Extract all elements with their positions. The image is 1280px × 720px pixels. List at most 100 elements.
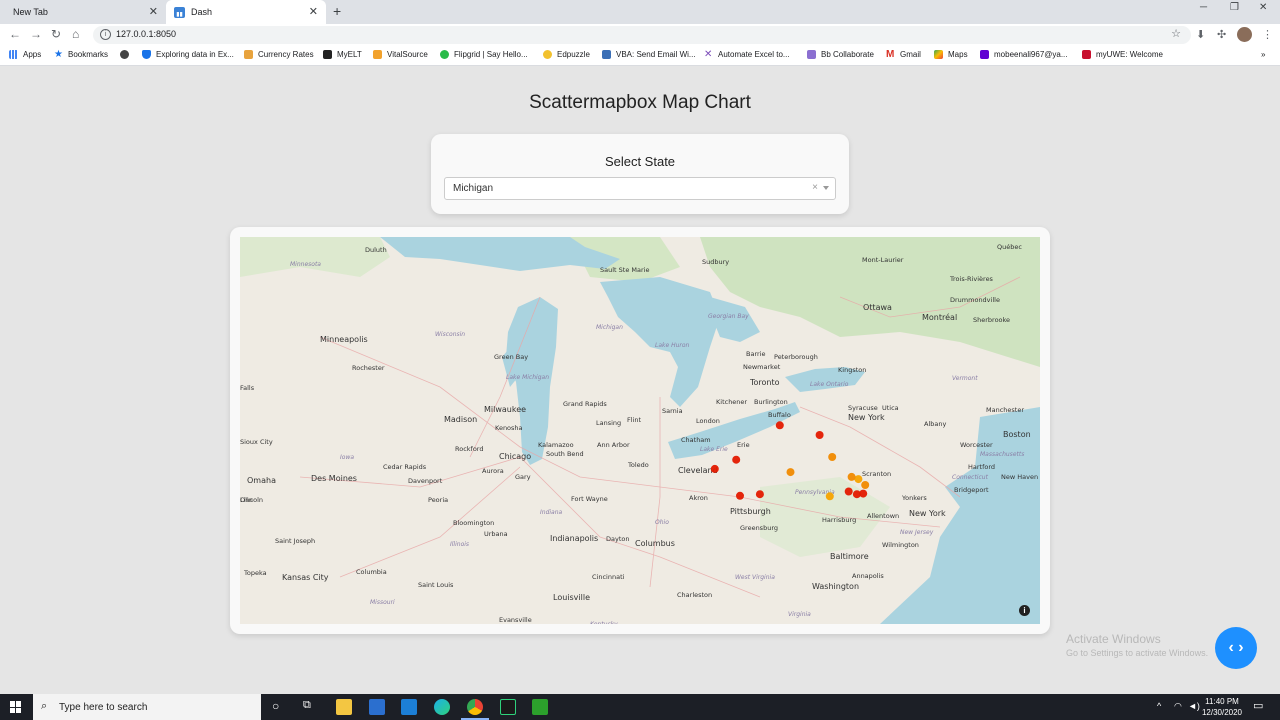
bookmark-bb-collaborate[interactable]: Bb Collaborate — [807, 50, 874, 59]
map-marker[interactable] — [755, 490, 764, 499]
map-label-green-bay: Green Bay — [494, 353, 528, 361]
taskbar-search-placeholder: Type here to search — [59, 702, 148, 713]
close-icon[interactable]: ✕ — [309, 5, 318, 18]
bookmark-apps[interactable]: Apps — [9, 50, 41, 59]
close-icon[interactable]: ✕ — [149, 5, 158, 18]
bookmark-maps[interactable]: Maps — [934, 50, 968, 59]
pycharm-icon[interactable] — [500, 699, 516, 715]
gmail-icon: M — [886, 49, 895, 60]
bookmark-myuwe[interactable]: myUWE: Welcome — [1082, 50, 1163, 59]
map-label-urbana: Urbana — [484, 530, 508, 538]
bookmark-edpuzzle[interactable]: Edpuzzle — [543, 50, 590, 59]
map-marker[interactable] — [847, 472, 856, 481]
close-window-icon[interactable]: ✕ — [1259, 2, 1267, 13]
map-label-new-york: New York — [848, 413, 885, 422]
cortana-icon[interactable]: ○ — [272, 699, 279, 713]
dash-debug-button[interactable]: ‹ › — [1215, 627, 1257, 669]
bookmark-vba-email[interactable]: VBA: Send Email Wi... — [602, 50, 696, 59]
map-label-new-york: New York — [909, 509, 946, 518]
scattermapbox-map[interactable]: Duluth Sault Ste Marie Sudbury Québec Mont-L… — [240, 237, 1040, 624]
more-bookmarks-chevron-icon[interactable]: » — [1261, 50, 1265, 59]
address-bar[interactable]: i 127.0.0.1:8050 ☆ — [93, 26, 1191, 44]
map-label-albany: Albany — [924, 420, 946, 428]
new-tab-plus-icon[interactable]: + — [333, 3, 341, 19]
map-marker[interactable] — [828, 453, 837, 461]
home-icon[interactable]: ⌂ — [72, 27, 79, 41]
restore-icon[interactable]: ❐ — [1230, 2, 1239, 13]
map-canvas[interactable]: Duluth Sault Ste Marie Sudbury Québec Mont-L… — [240, 237, 1040, 624]
tab-new-tab[interactable]: New Tab ✕ — [0, 0, 166, 24]
site-info-icon[interactable]: i — [100, 29, 111, 40]
select-card: Select State Michigan × — [431, 134, 849, 214]
x-logo-icon: ✕ — [704, 49, 713, 60]
map-label-kitchener: Kitchener — [716, 398, 747, 406]
map-label-south-bend: South Bend — [546, 450, 584, 458]
taskbar-clock[interactable]: 11:40 PM 12/30/2020 — [1200, 696, 1244, 718]
forward-arrow-icon[interactable]: → — [30, 27, 42, 41]
bookmark-vitalsource[interactable]: VitalSource — [373, 50, 428, 59]
bookmark-gmail[interactable]: M Gmail — [886, 49, 921, 60]
map-info-icon[interactable]: i — [1019, 605, 1030, 616]
map-label-scranton: Scranton — [862, 470, 891, 478]
notifications-icon[interactable]: ▭ — [1253, 699, 1263, 712]
chrome-icon[interactable] — [467, 699, 483, 715]
bookmark-myelt[interactable]: MyELT — [323, 50, 362, 59]
minimize-icon[interactable]: ─ — [1200, 2, 1207, 13]
map-label-saint-joseph: Saint Joseph — [275, 537, 315, 545]
state-dropdown[interactable]: Michigan × — [444, 177, 836, 200]
edge-icon[interactable] — [434, 699, 450, 715]
camtasia-icon[interactable] — [532, 699, 548, 715]
back-arrow-icon[interactable]: ← — [9, 27, 21, 41]
map-label-kalamazoo: Kalamazoo — [538, 441, 574, 449]
tray-chevron-up-icon[interactable]: ^ — [1157, 701, 1161, 711]
map-marker[interactable] — [775, 421, 784, 430]
map-marker[interactable] — [786, 468, 795, 477]
profile-avatar[interactable] — [1237, 27, 1252, 42]
bookmark-exploring-data[interactable]: Exploring data in Ex... — [142, 50, 234, 59]
map-label-kenosha: Kenosha — [495, 424, 523, 432]
download-icon[interactable]: ⬇ — [1196, 28, 1205, 41]
menu-kebab-icon[interactable]: ⋮ — [1262, 28, 1273, 41]
map-marker[interactable] — [732, 455, 741, 464]
map-label-grand-rapids: Grand Rapids — [563, 400, 607, 408]
url-text[interactable]: 127.0.0.1:8050 — [116, 29, 176, 39]
map-marker[interactable] — [844, 487, 853, 496]
chevron-down-icon[interactable] — [823, 186, 829, 190]
map-marker[interactable] — [825, 492, 834, 501]
task-view-icon[interactable]: ⧉ — [303, 699, 311, 712]
windows-start-icon[interactable] — [10, 701, 22, 713]
bookmark-globe[interactable] — [120, 50, 134, 59]
star-icon: ★ — [54, 49, 63, 60]
map-marker[interactable] — [815, 431, 824, 439]
mail-icon[interactable] — [401, 699, 417, 715]
bookmark-yahoo-mail[interactable]: mobeenali967@ya... — [980, 50, 1068, 59]
tab-dash[interactable]: ▮▮ Dash ✕ — [166, 0, 326, 24]
map-label-fort-wayne: Fort Wayne — [571, 495, 608, 503]
extensions-puzzle-icon[interactable]: ✣ — [1217, 28, 1226, 41]
map-label-topeka: Topeka — [243, 569, 267, 577]
bookmark-currency-rates[interactable]: Currency Rates — [244, 50, 314, 59]
map-marker[interactable] — [710, 464, 719, 473]
file-explorer-icon[interactable] — [336, 699, 352, 715]
shield-icon — [142, 50, 151, 59]
map-label-iowa: Iowa — [340, 454, 354, 461]
map-label-burlington: Burlington — [754, 398, 788, 406]
map-marker[interactable] — [736, 491, 744, 500]
bookmark-flipgrid[interactable]: Flipgrid | Say Hello... — [440, 50, 528, 59]
map-label-bloomington: Bloomington — [453, 519, 494, 527]
clear-icon[interactable]: × — [812, 182, 818, 193]
map-marker[interactable] — [861, 481, 870, 489]
bookmark-automate-excel[interactable]: ✕ Automate Excel to... — [704, 49, 790, 60]
taskbar-search[interactable]: ⌕ Type here to search — [33, 694, 261, 720]
reload-icon[interactable]: ↻ — [51, 27, 61, 41]
volume-icon[interactable]: ◄) — [1188, 701, 1200, 711]
map-label-wisconsin: Wisconsin — [435, 331, 465, 338]
map-label-baltimore: Baltimore — [830, 552, 869, 561]
store-icon[interactable] — [369, 699, 385, 715]
bookmark-star-icon[interactable]: ☆ — [1171, 27, 1181, 40]
map-label-ottawa: Ottawa — [863, 303, 892, 312]
map-marker[interactable] — [854, 475, 863, 484]
map-marker[interactable] — [852, 490, 861, 499]
bookmark-bookmarks[interactable]: ★ Bookmarks — [54, 49, 108, 60]
network-icon[interactable]: ◠ — [1174, 701, 1182, 712]
